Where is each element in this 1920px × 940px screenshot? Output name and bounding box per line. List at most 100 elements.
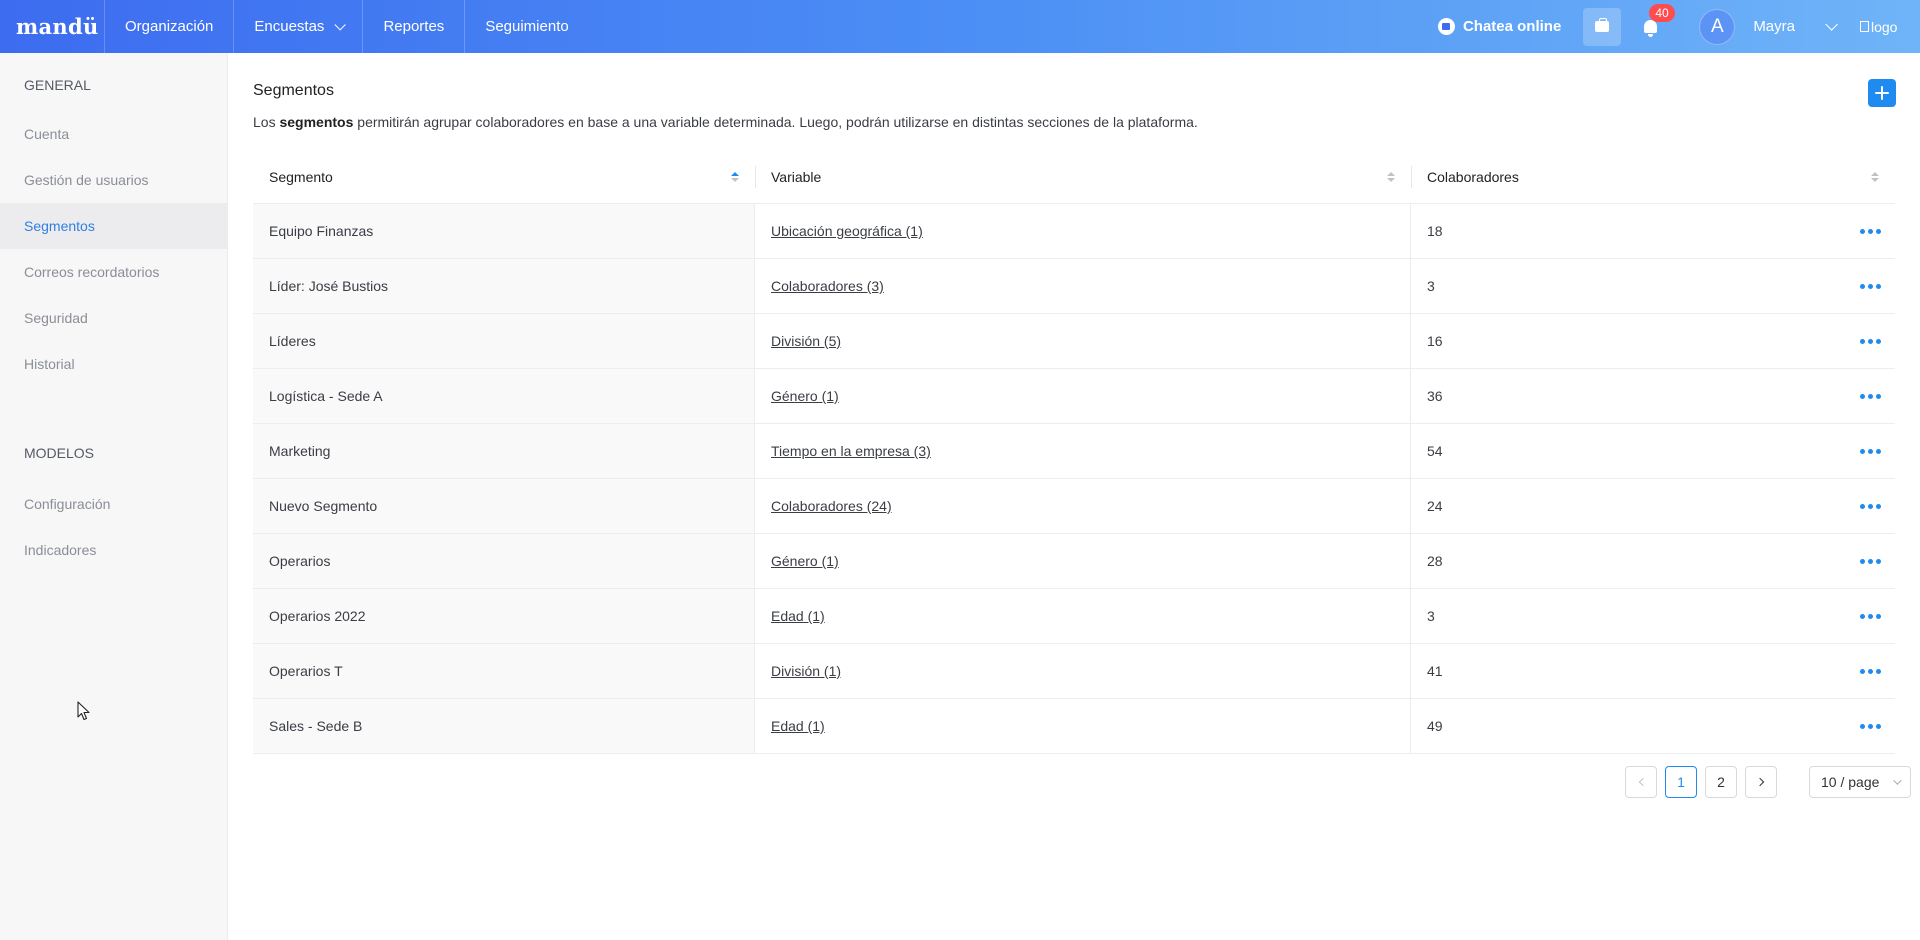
pagination: 1 2 10 / page	[1625, 766, 1911, 798]
sidebar-section-modelos: MODELOS	[24, 445, 95, 461]
sort-icon[interactable]	[1387, 171, 1395, 182]
sidebar-item-indicadores[interactable]: Indicadores	[0, 527, 227, 573]
variable-link[interactable]: Edad (1)	[771, 718, 825, 734]
variable-link[interactable]: Edad (1)	[771, 608, 825, 624]
page-size-select[interactable]: 10 / page	[1809, 766, 1911, 798]
segment-name-cell: Operarios 2022	[253, 589, 755, 643]
nav-seguimiento[interactable]: Seguimiento	[464, 0, 588, 53]
variable-link[interactable]: Género (1)	[771, 553, 839, 569]
table-row: Operarios T División (1) 41	[253, 644, 1895, 699]
mouse-cursor-icon	[77, 701, 90, 721]
segment-name-cell: Líderes	[253, 314, 755, 368]
bell-icon	[1643, 20, 1657, 37]
page-2-button[interactable]: 2	[1705, 766, 1737, 798]
table-row: Marketing Tiempo en la empresa (3) 54	[253, 424, 1895, 479]
more-options-icon[interactable]	[1860, 443, 1881, 460]
column-header-segmento[interactable]: Segmento	[253, 150, 755, 203]
chat-online-button[interactable]: Chatea online	[1437, 18, 1561, 35]
sidebar-item-configuracion[interactable]: Configuración	[0, 481, 227, 527]
more-options-icon[interactable]	[1860, 388, 1881, 405]
variable-link[interactable]: Colaboradores (24)	[771, 498, 892, 514]
page-description: Los segmentos permitirán agrupar colabor…	[253, 114, 1198, 130]
collaborators-cell: 36	[1411, 369, 1895, 423]
notification-badge: 40	[1649, 3, 1675, 22]
table-header: Segmento Variable Colaboradores	[253, 150, 1895, 204]
prev-page-button[interactable]	[1625, 766, 1657, 798]
settings-sidebar: GENERAL Cuenta Gestión de usuarios Segme…	[0, 53, 228, 940]
segments-table: Segmento Variable Colaboradores Equipo F…	[253, 150, 1895, 754]
table-row: Sales - Sede B Edad (1) 49	[253, 699, 1895, 754]
more-options-icon[interactable]	[1860, 553, 1881, 570]
variable-cell: Género (1)	[755, 534, 1411, 588]
top-navbar: mandü Organización Encuestas Reportes Se…	[0, 0, 1920, 53]
column-header-colaboradores[interactable]: Colaboradores	[1411, 150, 1895, 203]
user-name[interactable]: Mayra	[1753, 18, 1795, 35]
brand-logo[interactable]: mandü	[0, 14, 104, 39]
table-body: Equipo Finanzas Ubicación geográfica (1) 1…	[253, 204, 1895, 754]
collaborators-cell: 24	[1411, 479, 1895, 533]
variable-link[interactable]: Tiempo en la empresa (3)	[771, 443, 931, 459]
notifications-button[interactable]: 40	[1635, 3, 1675, 42]
table-row: Equipo Finanzas Ubicación geográfica (1) 1…	[253, 204, 1895, 259]
sidebar-item-correos-recordatorios[interactable]: Correos recordatorios	[0, 249, 227, 295]
collaborators-cell: 16	[1411, 314, 1895, 368]
variable-cell: Colaboradores (3)	[755, 259, 1411, 313]
briefcase-icon	[1595, 18, 1610, 32]
sidebar-item-cuenta[interactable]: Cuenta	[0, 111, 227, 157]
variable-cell: Tiempo en la empresa (3)	[755, 424, 1411, 478]
table-row: Nuevo Segmento Colaboradores (24) 24	[253, 479, 1895, 534]
table-row: Logística - Sede A Género (1) 36	[253, 369, 1895, 424]
collaborators-cell: 3	[1411, 259, 1895, 313]
variable-link[interactable]: División (5)	[771, 333, 841, 349]
collaborators-cell: 49	[1411, 699, 1895, 753]
segment-name-cell: Sales - Sede B	[253, 699, 755, 753]
company-logo: logo	[1860, 16, 1904, 38]
nav-encuestas[interactable]: Encuestas	[233, 0, 362, 53]
next-page-button[interactable]	[1745, 766, 1777, 798]
more-options-icon[interactable]	[1860, 608, 1881, 625]
segment-name-cell: Nuevo Segmento	[253, 479, 755, 533]
more-options-icon[interactable]	[1860, 278, 1881, 295]
variable-link[interactable]: Género (1)	[771, 388, 839, 404]
chevron-left-icon	[1638, 777, 1647, 787]
table-row: Líder: José Bustios Colaboradores (3) 3	[253, 259, 1895, 314]
table-row: Operarios Género (1) 28	[253, 534, 1895, 589]
variable-cell: División (5)	[755, 314, 1411, 368]
segment-name-cell: Logística - Sede A	[253, 369, 755, 423]
avatar[interactable]: A	[1699, 8, 1736, 45]
variable-cell: Edad (1)	[755, 589, 1411, 643]
more-options-icon[interactable]	[1860, 663, 1881, 680]
broken-image-icon	[1860, 21, 1869, 32]
more-options-icon[interactable]	[1860, 333, 1881, 350]
nav-organizacion[interactable]: Organización	[104, 0, 233, 53]
briefcase-button[interactable]	[1583, 7, 1622, 46]
page-1-button[interactable]: 1	[1665, 766, 1697, 798]
variable-cell: División (1)	[755, 644, 1411, 698]
collaborators-cell: 54	[1411, 424, 1895, 478]
variable-link[interactable]: División (1)	[771, 663, 841, 679]
nav-reportes[interactable]: Reportes	[362, 0, 464, 53]
sort-icon[interactable]	[731, 171, 739, 182]
chat-icon	[1437, 18, 1455, 35]
segment-name-cell: Operarios T	[253, 644, 755, 698]
segment-name-cell: Operarios	[253, 534, 755, 588]
variable-link[interactable]: Ubicación geográfica (1)	[771, 223, 923, 239]
more-options-icon[interactable]	[1860, 223, 1881, 240]
more-options-icon[interactable]	[1860, 498, 1881, 515]
more-options-icon[interactable]	[1860, 718, 1881, 735]
column-header-variable[interactable]: Variable	[755, 150, 1411, 203]
segment-name-cell: Equipo Finanzas	[253, 204, 755, 258]
plus-icon	[1875, 86, 1889, 100]
sidebar-item-segmentos[interactable]: Segmentos	[0, 203, 227, 249]
variable-cell: Edad (1)	[755, 699, 1411, 753]
sidebar-item-historial[interactable]: Historial	[0, 341, 227, 387]
variable-cell: Colaboradores (24)	[755, 479, 1411, 533]
sort-icon[interactable]	[1871, 171, 1879, 182]
user-menu-chevron-icon[interactable]	[1825, 18, 1838, 31]
table-row: Líderes División (5) 16	[253, 314, 1895, 369]
variable-link[interactable]: Colaboradores (3)	[771, 278, 884, 294]
add-segment-button[interactable]	[1868, 79, 1896, 107]
sidebar-item-gestion-usuarios[interactable]: Gestión de usuarios	[0, 157, 227, 203]
sidebar-item-seguridad[interactable]: Seguridad	[0, 295, 227, 341]
collaborators-cell: 28	[1411, 534, 1895, 588]
